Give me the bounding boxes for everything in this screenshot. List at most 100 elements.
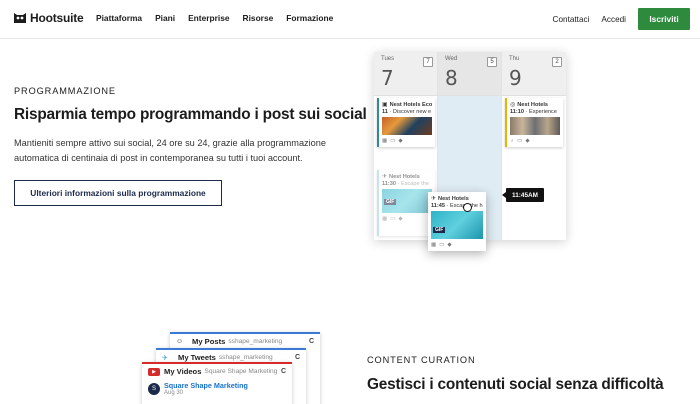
post-image: GIF [431,211,483,239]
stream-subtitle: sshape_marketing [228,338,283,345]
owl-logo-icon [14,13,26,23]
scheduled-post-twitter-placeholder: ✈ Nest Hotels 11:30 · Escape the GIF ▦ ▭… [377,170,435,236]
nav-piattaforma[interactable]: Piattaforma [96,13,142,23]
top-nav: Hootsuite Piattaforma Piani Enterprise R… [0,0,700,39]
gif-badge: GIF [433,227,446,233]
post-image [382,117,432,135]
post-text: 11:45 · Escape the h [431,203,483,209]
image-icon[interactable]: ▭ [439,242,444,248]
nav-risorse[interactable]: Risorse [243,13,274,23]
post-text: 11:30 · Escape the [382,181,429,187]
post-count-badge: 7 [423,57,433,67]
curation-eyebrow: CONTENT CURATION [367,355,476,365]
stream-title: My Tweets [178,353,216,362]
post-controls: ▦ ▭ ◆ [428,239,486,251]
post-time: 11:10 [510,109,524,115]
post-controls: ♁ ▭ ◆ [507,135,563,147]
post-snippet: Discover new e [392,109,432,115]
post-image [510,117,560,135]
post-account: Nest Hotels [438,195,469,202]
page: Hootsuite Piattaforma Piani Enterprise R… [0,0,700,404]
stream-entry[interactable]: S Square Shape Marketing Aug 30 [142,379,292,398]
avatar-icon: ☺ [176,338,184,345]
gif-badge: GIF [384,199,397,205]
tag-icon: ◆ [398,216,403,222]
stream-title: My Posts [192,337,226,346]
nav-actions: Contattaci Accedi Iscriviti [553,8,690,30]
post-snippet: Escape the [400,181,429,187]
post-account: Nest Hotels [517,101,549,108]
day-number: 7 [381,66,394,90]
entry-meta: Square Shape Marketing Aug 30 [164,381,248,396]
stream-header: ▶ My Videos Square Shape Marketing C [142,364,292,379]
signup-button[interactable]: Iscriviti [638,8,690,30]
post-controls: ▦ ▭ ◆ [379,213,435,225]
twitter-icon: ✈ [431,196,437,202]
stream-subtitle: Square Shape Marketing [204,368,278,375]
instagram-icon: ◎ [510,102,516,108]
brand-name: Hootsuite [30,11,84,25]
scheduled-post-facebook[interactable]: ▣ Nest Hotels Eco 11 · Discover new e ▦ … [377,98,435,147]
scheduled-post-twitter-dragging[interactable]: ✈ Nest Hotels 11:45 · Escape the h GIF ▦… [428,192,486,251]
tag-icon[interactable]: ◆ [398,138,402,144]
entry-author[interactable]: Square Shape Marketing [164,381,248,390]
post-header: ◎ Nest Hotels [507,98,563,109]
day-name: Thu [509,56,520,62]
twitter-icon: ✈ [382,174,388,180]
post-text: 11:10 · Experience [510,109,557,115]
post-header: ▣ Nest Hotels Eco [379,98,435,109]
post-text: 11 · Discover new e [382,109,432,115]
tag-icon[interactable]: ◆ [447,242,451,248]
scheduling-title: Risparmia tempo programmando i post sui … [14,106,367,123]
curation-title: Gestisci i contenuti social senza diffic… [367,376,664,393]
hootsuite-logo[interactable]: Hootsuite [13,11,84,25]
nav-piani[interactable]: Piani [155,13,175,23]
main-menu: Piattaforma Piani Enterprise Risorse For… [96,13,346,23]
post-controls: ▦ ▭ ◆ [379,135,435,147]
calendar-icon: ▦ [382,216,388,222]
calendar-illustration: Tues 7 7 Wed 8 5 Thu 9 2 ▣ Nest Hotels E… [374,52,566,251]
calendar-day-header: Wed 8 5 [438,52,501,96]
post-count-badge: 2 [552,57,562,67]
image-icon[interactable]: ▭ [390,138,395,144]
nav-formazione[interactable]: Formazione [286,13,333,23]
post-time: 11:45 [431,203,445,209]
image-icon: ▭ [390,216,396,222]
scheduling-learn-more-button[interactable]: Ulteriori informazioni sulla programmazi… [14,180,222,206]
twitter-icon: ✈ [162,354,168,362]
day-number: 9 [509,66,522,90]
scheduled-post-instagram[interactable]: ◎ Nest Hotels 11:10 · Experience ♁ ▭ ◆ [505,98,563,147]
youtube-icon: ▶ [148,367,160,376]
stream-header: ☺ My Posts sshape_marketing C [170,334,320,349]
drag-cursor-icon [463,203,472,212]
day-number: 8 [445,66,458,90]
calendar-day-header: Tues 7 7 [374,52,437,96]
login-link[interactable]: Accedi [601,15,626,24]
refresh-icon[interactable]: C [295,354,300,361]
facebook-icon: ▣ [382,102,388,108]
stream-subtitle: sshape_marketing [218,354,273,361]
tag-icon[interactable]: ◆ [525,138,529,144]
refresh-icon[interactable]: C [309,338,314,345]
post-account: Nest Hotels [389,173,420,180]
calendar-icon[interactable]: ▦ [431,242,436,248]
pin-icon[interactable]: ♁ [510,138,514,144]
calendar-icon[interactable]: ▦ [382,138,387,144]
day-name: Wed [445,56,458,62]
contact-link[interactable]: Contattaci [553,15,590,24]
stream-my-videos[interactable]: ▶ My Videos Square Shape Marketing C S S… [142,362,292,404]
nav-enterprise[interactable]: Enterprise [188,13,229,23]
entry-date: Aug 30 [164,390,184,396]
calendar-day-header: Thu 9 2 [502,52,566,96]
refresh-icon[interactable]: C [281,368,286,375]
scheduling-body: Mantieniti sempre attivo sui social, 24 … [14,138,327,163]
post-account: Nest Hotels Eco [389,101,433,108]
stream-title: My Videos [164,367,202,376]
streams-illustration: ☺ My Posts sshape_marketing C ✈ My Tweet… [142,332,322,404]
post-time: 11:30 [382,181,396,187]
post-header: ✈ Nest Hotels [428,192,486,203]
image-icon[interactable]: ▭ [517,138,522,144]
post-count-badge: 5 [487,57,497,67]
day-name: Tues [381,56,395,62]
post-time: 11 [382,109,388,115]
